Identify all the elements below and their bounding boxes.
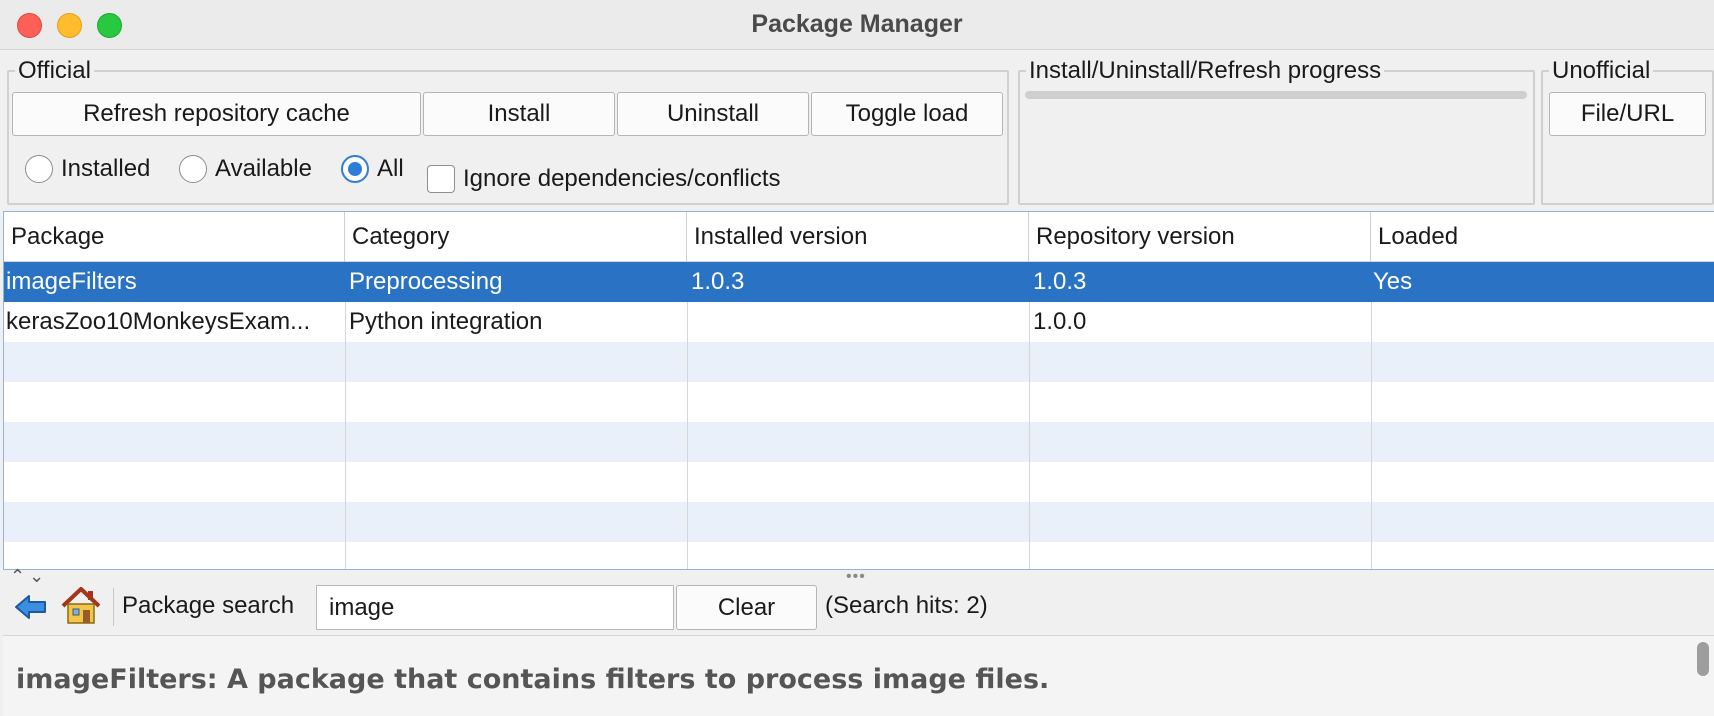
home-icon[interactable]	[60, 584, 102, 626]
title-bar: Package Manager	[0, 0, 1714, 50]
column-header-package[interactable]: Package	[4, 212, 345, 262]
progress-group: Install/Uninstall/Refresh progress	[1018, 57, 1535, 205]
cell-category: Python integration	[349, 308, 543, 335]
cell-category: Preprocessing	[349, 268, 503, 295]
radio-circle[interactable]	[179, 155, 207, 183]
cell-package: imageFilters	[6, 268, 137, 295]
cell-repository-version: 1.0.3	[1033, 268, 1087, 295]
progress-bar	[1025, 91, 1527, 99]
ignore-dependencies-checkbox[interactable]: Ignore dependencies/conflicts	[427, 162, 781, 196]
table-header: Package Category Installed version Repos…	[4, 212, 1714, 262]
radio-circle[interactable]	[25, 155, 53, 183]
official-legend: Official	[18, 57, 91, 84]
radio-circle-selected[interactable]	[341, 155, 369, 183]
cell-loaded: Yes	[1373, 268, 1413, 295]
search-hits-count: (Search hits: 2)	[825, 592, 988, 619]
package-manager-window: Package Manager Official Refresh reposit…	[0, 0, 1714, 716]
window-title: Package Manager	[751, 10, 963, 38]
filter-installed-label: Installed	[61, 155, 151, 182]
package-description-panel: imageFilters: A package that contains fi…	[3, 635, 1714, 716]
refresh-repository-cache-button[interactable]: Refresh repository cache	[12, 92, 421, 136]
filter-all-label: All	[377, 155, 404, 182]
column-header-repository-version[interactable]: Repository version	[1029, 212, 1371, 262]
ignore-dependencies-label: Ignore dependencies/conflicts	[463, 165, 781, 192]
splitter-grip-icon[interactable]: •••	[846, 568, 866, 586]
clear-search-button[interactable]: Clear	[676, 585, 817, 630]
unofficial-legend: Unofficial	[1552, 57, 1651, 84]
install-button[interactable]: Install	[423, 92, 615, 136]
back-arrow-icon[interactable]	[14, 590, 48, 624]
column-header-loaded[interactable]: Loaded	[1371, 212, 1714, 262]
package-description-text: imageFilters: A package that contains fi…	[16, 664, 1050, 695]
file-url-button[interactable]: File/URL	[1549, 92, 1706, 136]
uninstall-button[interactable]: Uninstall	[617, 92, 809, 136]
package-search-input[interactable]	[316, 585, 674, 630]
cell-package: kerasZoo10MonkeysExam...	[6, 308, 311, 335]
filter-available-radio[interactable]: Available	[179, 152, 312, 186]
filter-available-label: Available	[215, 155, 312, 182]
checkbox-box[interactable]	[427, 165, 455, 193]
cell-installed-version	[687, 302, 1027, 342]
cell-loaded	[1371, 302, 1711, 342]
cell-installed-version: 1.0.3	[691, 268, 745, 295]
column-header-category[interactable]: Category	[345, 212, 687, 262]
column-header-installed-version[interactable]: Installed version	[687, 212, 1029, 262]
empty-row	[4, 422, 1714, 462]
empty-row	[4, 502, 1714, 542]
splitter-collapse-arrows-icon[interactable]: ⌃⌄	[10, 566, 48, 587]
filter-all-radio[interactable]: All	[341, 152, 404, 186]
cell-repository-version: 1.0.0	[1033, 308, 1087, 335]
toolbar-separator	[113, 588, 114, 626]
description-scrollbar[interactable]	[1697, 642, 1709, 676]
package-search-label: Package search	[122, 592, 295, 619]
table-row[interactable]: imageFilters Preprocessing 1.0.3 1.0.3 Y…	[4, 262, 1714, 302]
package-table[interactable]: Package Category Installed version Repos…	[3, 211, 1714, 570]
progress-legend: Install/Uninstall/Refresh progress	[1029, 57, 1382, 84]
empty-row	[4, 342, 1714, 382]
filter-installed-radio[interactable]: Installed	[25, 152, 150, 186]
table-row[interactable]: kerasZoo10MonkeysExam... Python integrat…	[4, 302, 1714, 342]
toggle-load-button[interactable]: Toggle load	[811, 92, 1003, 136]
